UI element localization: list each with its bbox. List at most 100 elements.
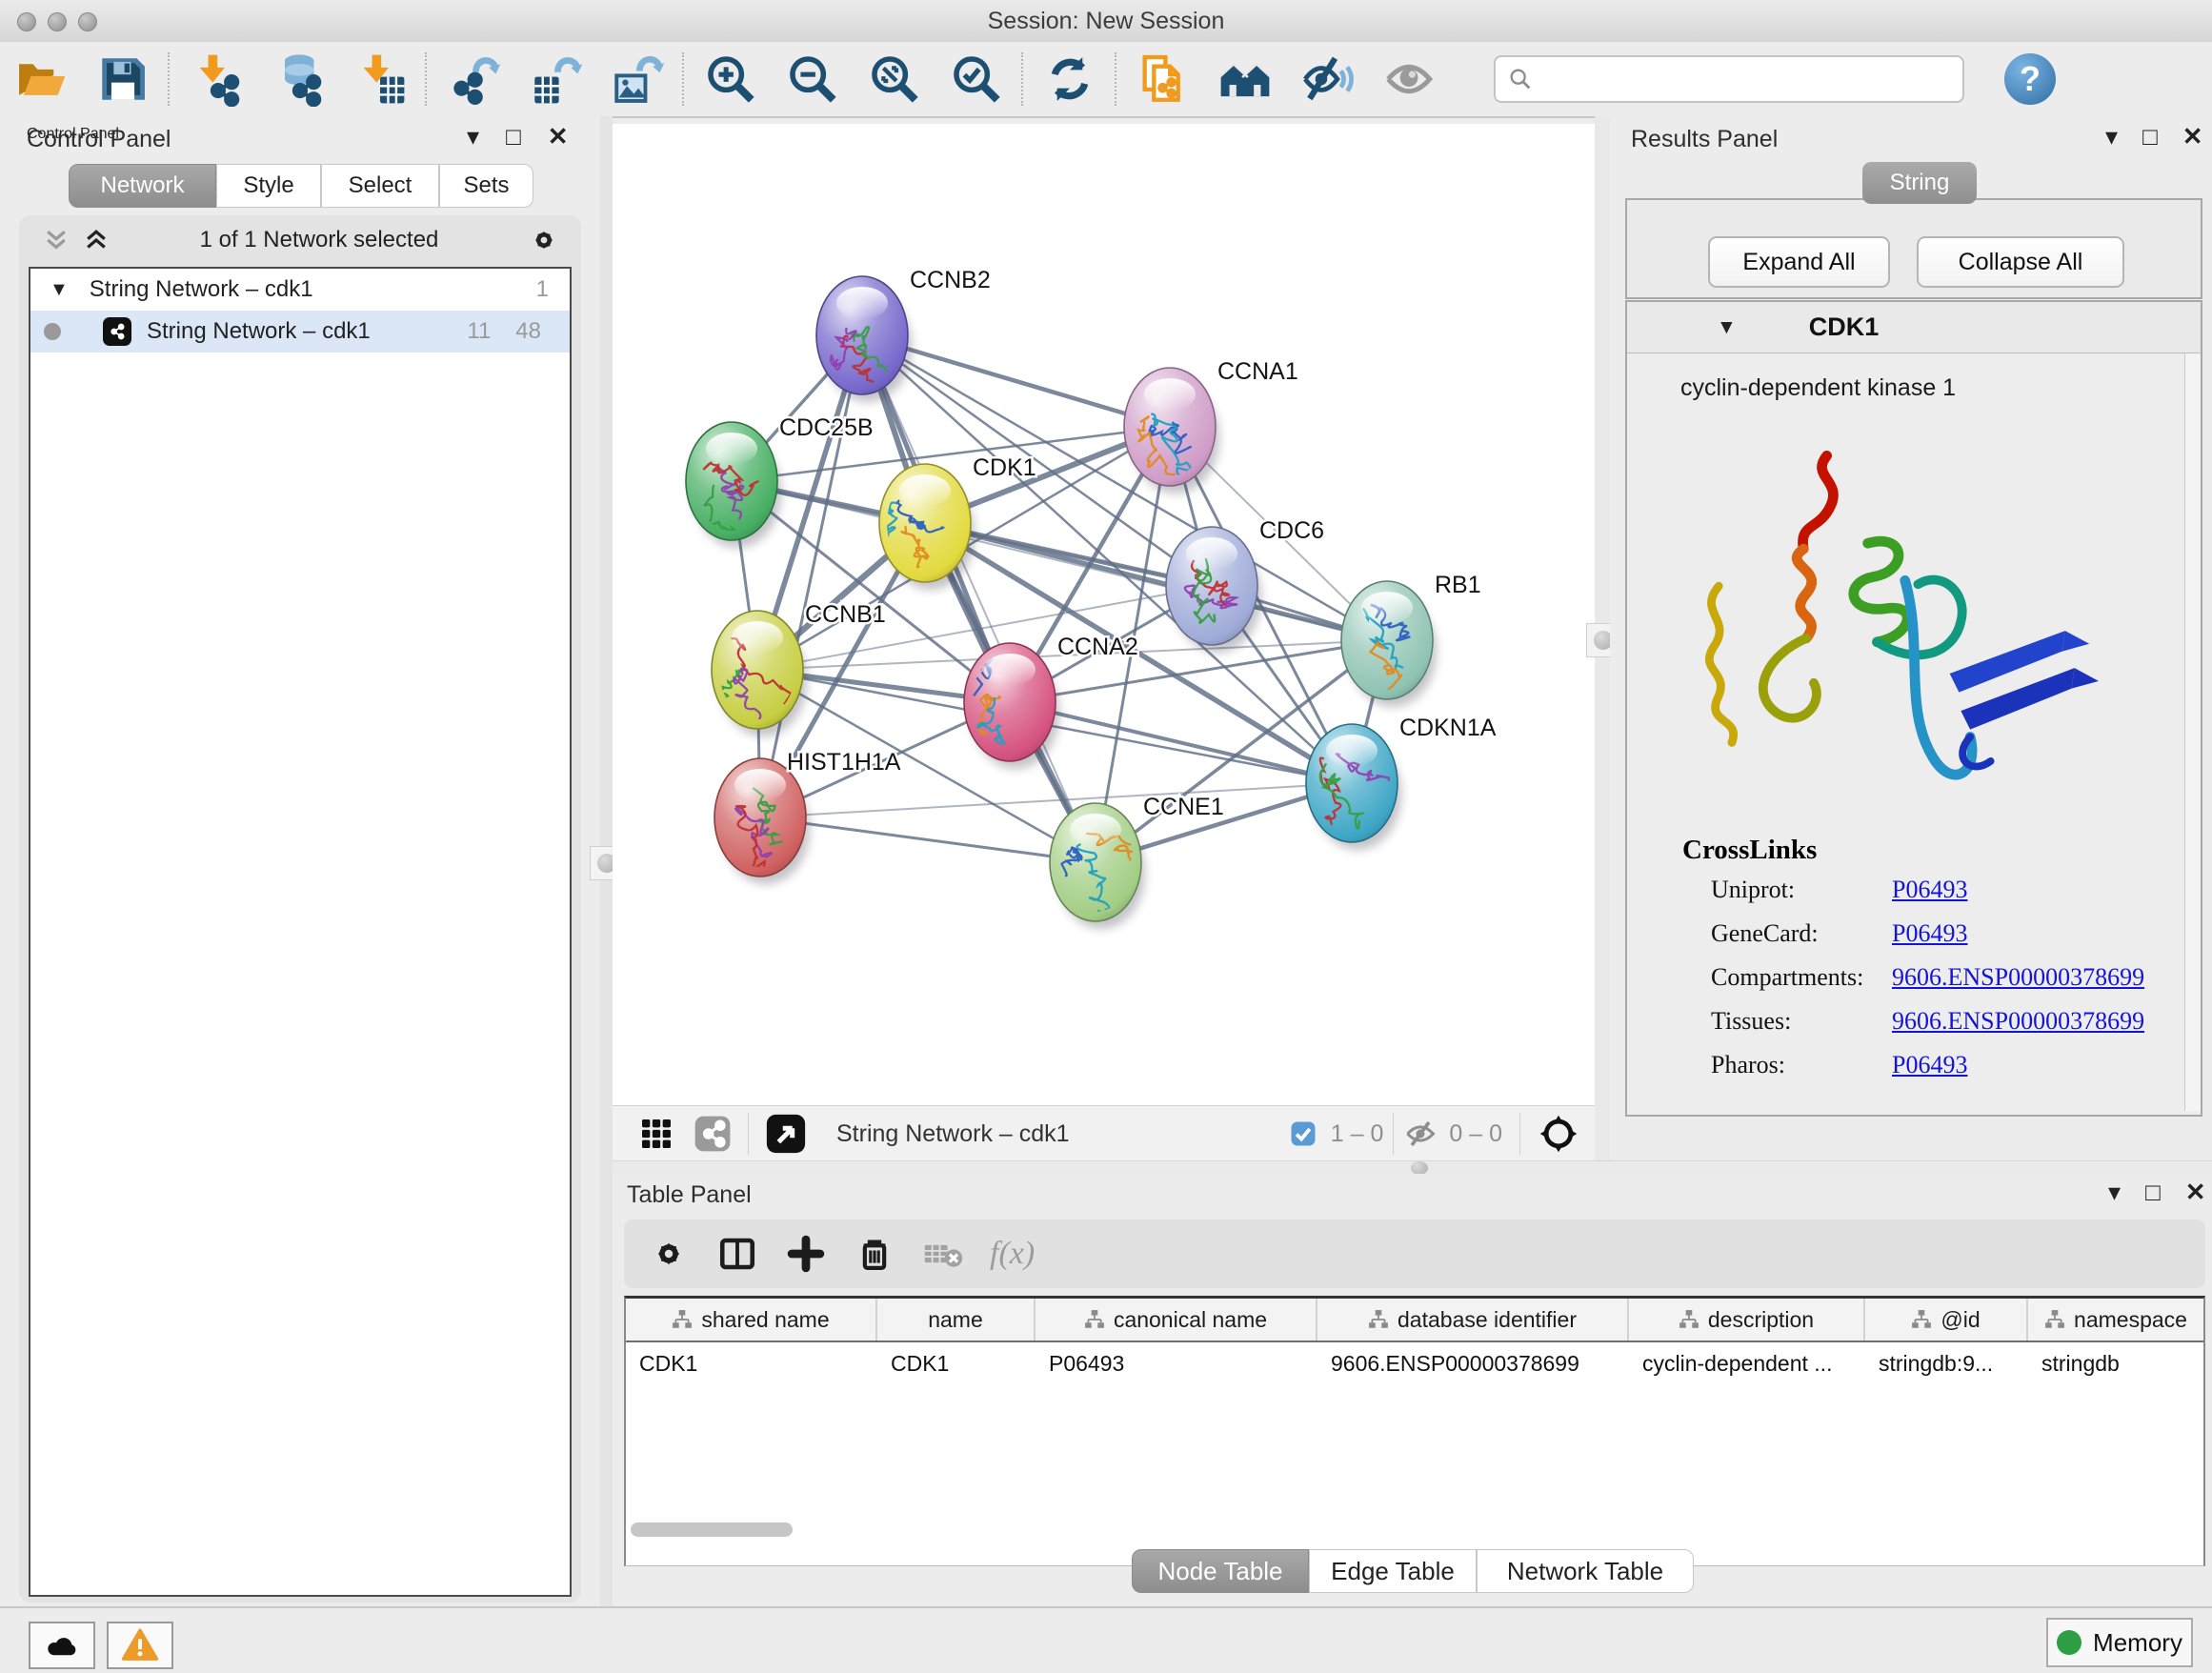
edge-HIST1H1A-CCNE1[interactable] (760, 817, 1096, 862)
import-table-file-button[interactable] (339, 46, 421, 112)
tab-edge-table[interactable]: Edge Table (1309, 1549, 1477, 1593)
zoom-fit-button[interactable] (854, 46, 935, 112)
show-panels-button[interactable] (1368, 46, 1450, 112)
tab-select[interactable]: Select (321, 164, 439, 208)
table-horizontal-scrollbar[interactable] (631, 1522, 793, 1537)
home-panel-button[interactable] (1204, 46, 1286, 112)
edge-CCNA2-CDKN1A[interactable] (1010, 702, 1352, 783)
crosslink-link[interactable]: 9606.ENSP00000378699 (1892, 963, 2144, 992)
table-cell[interactable]: stringdb (2028, 1342, 2205, 1384)
node-CCNB2[interactable] (816, 276, 912, 402)
node-CCNB1[interactable] (712, 611, 807, 736)
tab-style[interactable]: Style (216, 164, 321, 208)
left-splitter[interactable] (600, 116, 613, 1606)
column-header--id[interactable]: @id (1865, 1299, 2028, 1340)
node-CCNA1[interactable] (1124, 368, 1219, 494)
column-header-canonical-name[interactable]: canonical name (1036, 1299, 1317, 1340)
cloud-status-button[interactable] (29, 1622, 95, 1669)
table-cell[interactable]: CDK1 (626, 1342, 877, 1384)
table-cell[interactable]: P06493 (1036, 1342, 1317, 1384)
collapse-all-button[interactable]: Collapse All (1917, 236, 2124, 288)
tab-network-table[interactable]: Network Table (1477, 1549, 1694, 1593)
tab-node-table[interactable]: Node Table (1132, 1549, 1309, 1593)
node-CCNA2[interactable] (964, 643, 1059, 769)
network-canvas[interactable]: CCNB2CCNA1CDC25BCDK1CDC6RB1CCNB1CCNA2HIS… (613, 124, 1595, 1105)
search-input[interactable] (1534, 61, 1962, 97)
node-CDKN1A[interactable] (1306, 724, 1406, 850)
export-network-button[interactable] (432, 46, 514, 112)
help-button[interactable]: ? (2004, 53, 2056, 105)
expand-all-icon[interactable] (82, 226, 111, 254)
undock-panel-icon[interactable]: □ (506, 124, 521, 149)
float-panel-icon[interactable]: ▾ (2108, 1179, 2121, 1204)
results-scrollbar[interactable] (2184, 353, 2201, 1111)
edge-CCNB2-CCNE1[interactable] (862, 335, 1096, 862)
warning-status-button[interactable] (107, 1622, 173, 1669)
tab-sets[interactable]: Sets (439, 164, 533, 208)
table-row[interactable]: CDK1CDK1P064939606.ENSP00000378699cyclin… (626, 1342, 2203, 1384)
table-cell[interactable]: stringdb:9... (1865, 1342, 2028, 1384)
selected-checkbox-icon[interactable] (1289, 1119, 1317, 1148)
column-header-description[interactable]: description (1629, 1299, 1865, 1340)
import-network-file-button[interactable] (175, 46, 257, 112)
add-column-button[interactable] (784, 1232, 828, 1276)
crosslink-link[interactable]: P06493 (1892, 919, 1967, 948)
zoom-in-button[interactable] (690, 46, 772, 112)
tab-string[interactable]: String (1862, 162, 1977, 204)
collapse-all-icon[interactable] (42, 226, 70, 254)
hide-panels-button[interactable] (1286, 46, 1368, 112)
column-header-shared-name[interactable]: shared name (626, 1299, 877, 1340)
node-CDK1[interactable] (879, 464, 975, 590)
crosslink-link[interactable]: 9606.ENSP00000378699 (1892, 1007, 2144, 1036)
table-cell[interactable]: cyclin-dependent ... (1629, 1342, 1865, 1384)
close-panel-icon[interactable]: ✕ (2185, 1179, 2206, 1204)
float-panel-icon[interactable]: ▾ (467, 124, 479, 149)
export-image-button[interactable] (596, 46, 678, 112)
zoom-selected-button[interactable] (935, 46, 1017, 112)
search-box[interactable] (1494, 55, 1964, 103)
column-header-database-identifier[interactable]: database identifier (1317, 1299, 1629, 1340)
node-RB1[interactable] (1341, 581, 1437, 707)
network-graph[interactable]: CCNB2CCNA1CDC25BCDK1CDC6RB1CCNB1CCNA2HIS… (613, 124, 1595, 1105)
tab-network[interactable]: Network (69, 164, 216, 208)
column-header-namespace[interactable]: namespace (2028, 1299, 2205, 1340)
column-header-name[interactable]: name (877, 1299, 1036, 1340)
table-settings-button[interactable] (647, 1232, 691, 1276)
show-columns-button[interactable] (715, 1232, 759, 1276)
close-panel-icon[interactable]: ✕ (2182, 124, 2203, 149)
entry-header[interactable]: ▼ CDK1 (1627, 302, 2201, 353)
navigator-icon[interactable] (764, 1112, 808, 1156)
undock-panel-icon[interactable]: □ (2142, 124, 2158, 149)
network-view-icon[interactable] (693, 1114, 733, 1154)
node-table[interactable]: shared namenamecanonical namedatabase id… (624, 1296, 2205, 1566)
right-splitter[interactable] (1595, 116, 1610, 1160)
float-panel-icon[interactable]: ▾ (2105, 124, 2118, 149)
grid-view-icon[interactable] (637, 1115, 675, 1153)
open-session-button[interactable] (0, 46, 82, 112)
close-panel-icon[interactable]: ✕ (548, 124, 569, 149)
node-CCNE1[interactable] (1050, 803, 1145, 929)
undock-panel-icon[interactable]: □ (2145, 1179, 2161, 1204)
crosslink-link[interactable]: P06493 (1892, 876, 1967, 904)
import-network-database-button[interactable] (257, 46, 339, 112)
fit-selected-crosshair-icon[interactable] (1538, 1113, 1579, 1155)
first-neighbors-button[interactable] (1029, 46, 1111, 112)
node-HIST1H1A[interactable] (714, 758, 810, 884)
export-table-button[interactable] (514, 46, 596, 112)
crosslink-link[interactable]: P06493 (1892, 1051, 1967, 1079)
zoom-out-button[interactable] (772, 46, 854, 112)
delete-table-button[interactable] (921, 1232, 965, 1276)
expand-all-button[interactable]: Expand All (1708, 236, 1890, 288)
gear-icon[interactable] (528, 224, 560, 256)
horizontal-splitter-handle[interactable] (1411, 1161, 1428, 1175)
expander-icon[interactable]: ▼ (50, 279, 69, 301)
hidden-eye-slash-icon[interactable] (1403, 1117, 1438, 1151)
table-cell[interactable]: 9606.ENSP00000378699 (1317, 1342, 1629, 1384)
function-builder-button[interactable]: f(x) (990, 1232, 1035, 1276)
clone-network-button[interactable] (1122, 46, 1204, 112)
memory-button[interactable]: Memory (2046, 1618, 2193, 1667)
edge-CCNB2-HIST1H1A[interactable] (760, 335, 862, 817)
save-session-button[interactable] (82, 46, 164, 112)
delete-column-button[interactable] (853, 1232, 896, 1276)
network-collection-row[interactable]: ▼ String Network – cdk1 1 (30, 269, 570, 311)
